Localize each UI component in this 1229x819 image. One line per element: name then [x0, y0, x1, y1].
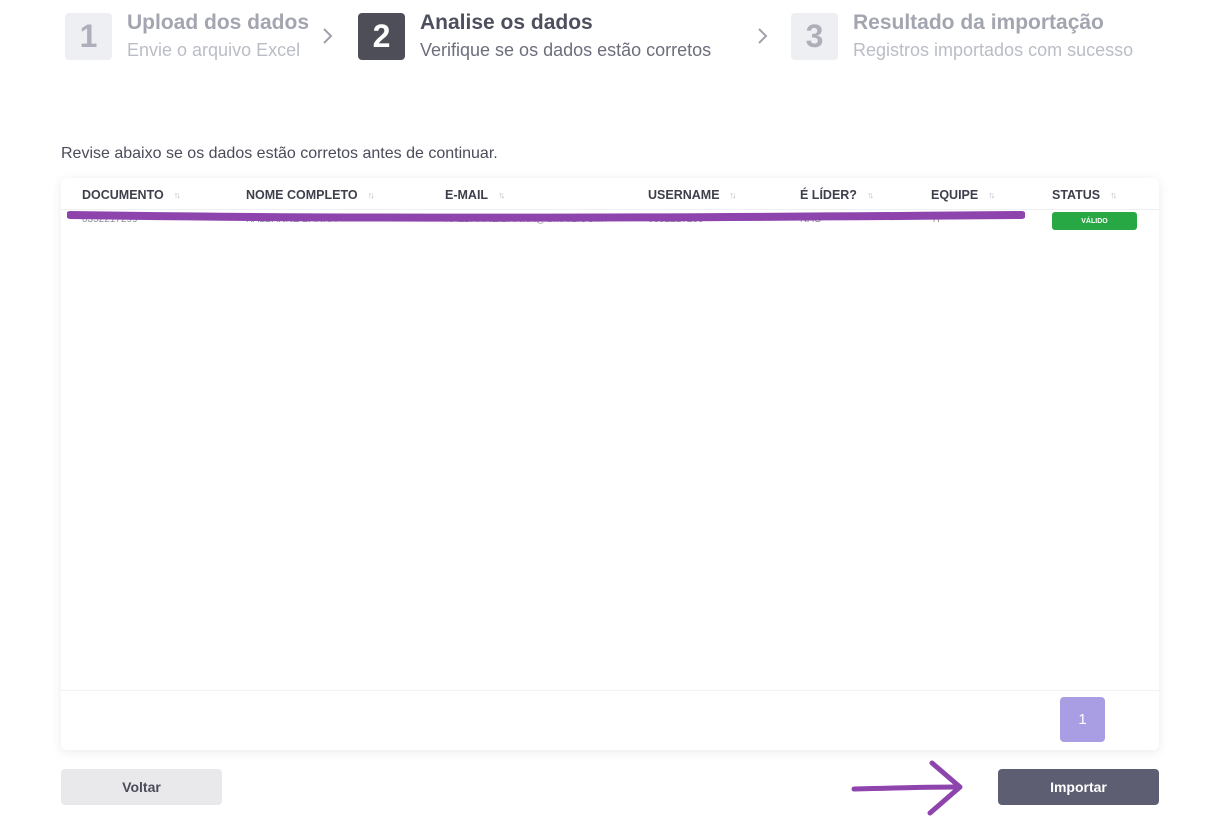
step-title: Upload dos dados [127, 11, 310, 34]
step-subtitle: Verifique se os dados estão corretos [420, 40, 712, 60]
column-header-nome[interactable]: NOME COMPLETO ↑↓ [246, 188, 375, 202]
step-subtitle: Envie o arquivo Excel [127, 40, 301, 60]
sort-arrows-icon[interactable]: ↑↓ [174, 190, 181, 200]
sort-arrows-icon[interactable]: ↑↓ [988, 190, 995, 200]
arrow-annotation-icon [851, 760, 963, 816]
pagination-page-button[interactable]: 1 [1060, 697, 1105, 742]
column-header-lider[interactable]: É LÍDER? ↑↓ [800, 188, 874, 202]
sort-arrows-icon[interactable]: ↑↓ [867, 190, 874, 200]
chevron-right-icon [758, 28, 768, 44]
data-table-card: DOCUMENTO ↑↓ NOME COMPLETO ↑↓ E-MAIL ↑↓ USE… [61, 178, 1159, 750]
import-button[interactable]: Importar [998, 769, 1159, 805]
stepper: 1 Upload dos dados Envie o arquivo Excel… [0, 0, 1229, 80]
step-title: Resultado da importação [853, 11, 1104, 34]
sort-arrows-icon[interactable]: ↑↓ [368, 190, 375, 200]
sort-arrows-icon[interactable]: ↑↓ [498, 190, 505, 200]
column-header-username[interactable]: USERNAME ↑↓ [648, 188, 737, 202]
step-upload[interactable]: 1 Upload dos dados Envie o arquivo Excel [65, 10, 309, 63]
table-footer-divider [61, 690, 1159, 691]
table-header: DOCUMENTO ↑↓ NOME COMPLETO ↑↓ E-MAIL ↑↓ USE… [61, 178, 1159, 210]
step-analise[interactable]: 2 Analise os dados Verifique se os dados… [358, 10, 711, 63]
back-button[interactable]: Voltar [61, 769, 222, 805]
cell-nome: KALBANNE BARRA [246, 214, 337, 225]
status-badge: VÁLIDO [1052, 212, 1137, 230]
step-resultado[interactable]: 3 Resultado da importação Registros impo… [791, 10, 1133, 63]
cell-equipe: TI [931, 214, 940, 225]
cell-lider: NÃO [800, 214, 822, 225]
step-title: Analise os dados [420, 11, 593, 34]
sort-arrows-icon[interactable]: ↑↓ [1110, 190, 1117, 200]
step-number: 1 [65, 13, 112, 60]
table-row: 0352217299 KALBANNE BARRA KALBANNE.BARRA… [61, 211, 1159, 235]
cell-email: KALBANNE.BARRA@GMAIL.COM [445, 214, 603, 225]
step-number: 3 [791, 13, 838, 60]
column-header-email[interactable]: E-MAIL ↑↓ [445, 188, 505, 202]
cell-username: 0352217299 [648, 214, 704, 225]
column-header-documento[interactable]: DOCUMENTO ↑↓ [82, 188, 181, 202]
step-number: 2 [358, 13, 405, 60]
cell-documento: 0352217299 [82, 214, 138, 225]
column-header-equipe[interactable]: EQUIPE ↑↓ [931, 188, 995, 202]
column-header-status[interactable]: STATUS ↑↓ [1052, 188, 1117, 202]
step-subtitle: Registros importados com sucesso [853, 40, 1134, 60]
chevron-right-icon [323, 28, 333, 44]
sort-arrows-icon[interactable]: ↑↓ [730, 190, 737, 200]
intro-text: Revise abaixo se os dados estão corretos… [61, 145, 498, 162]
